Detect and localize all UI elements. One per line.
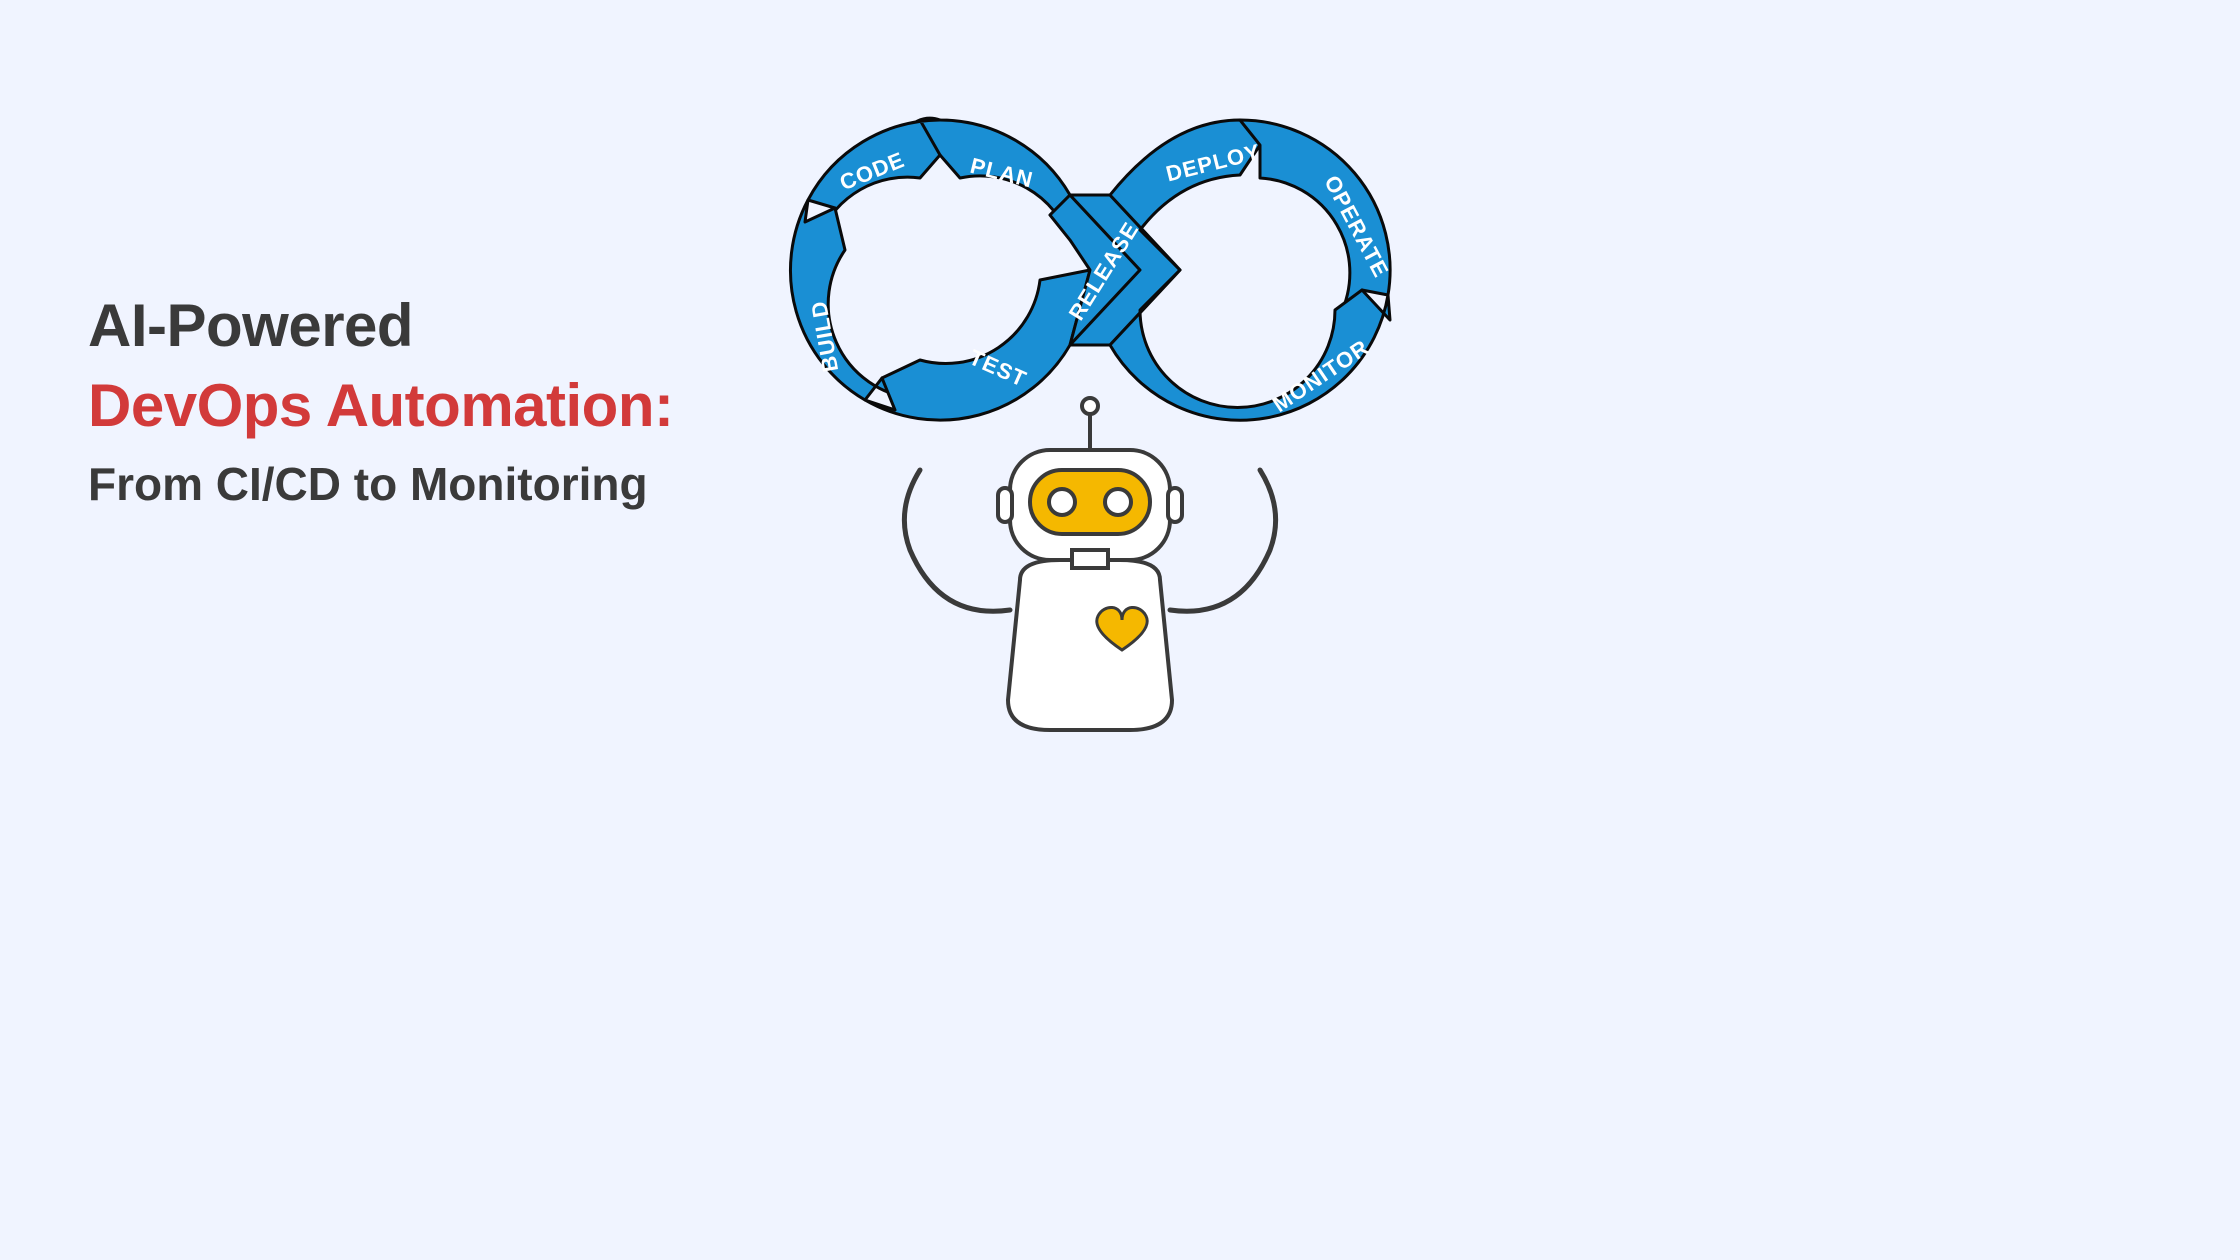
stage-test: TEST [865, 270, 1090, 420]
title-line-1: AI-Powered [88, 290, 748, 362]
title-line-2: DevOps Automation: [88, 370, 748, 442]
robot-icon [904, 398, 1275, 730]
devops-svg: PLAN CODE BUILD TEST [770, 100, 1410, 740]
stage-monitor-label: MONITOR [1268, 335, 1374, 418]
stage-operate: OPERATE [1240, 120, 1408, 315]
devops-graphic: PLAN CODE BUILD TEST [770, 100, 1410, 740]
devops-infinity-loop-icon: PLAN CODE BUILD TEST [790, 101, 1407, 420]
stage-build-label: BUILD [806, 299, 843, 374]
title-block: AI-Powered DevOps Automation: From CI/CD… [88, 290, 748, 514]
title-line-3: From CI/CD to Monitoring [88, 456, 748, 514]
stage-build: BUILD [790, 200, 910, 400]
diagram-canvas: AI-Powered DevOps Automation: From CI/CD… [0, 0, 1456, 816]
